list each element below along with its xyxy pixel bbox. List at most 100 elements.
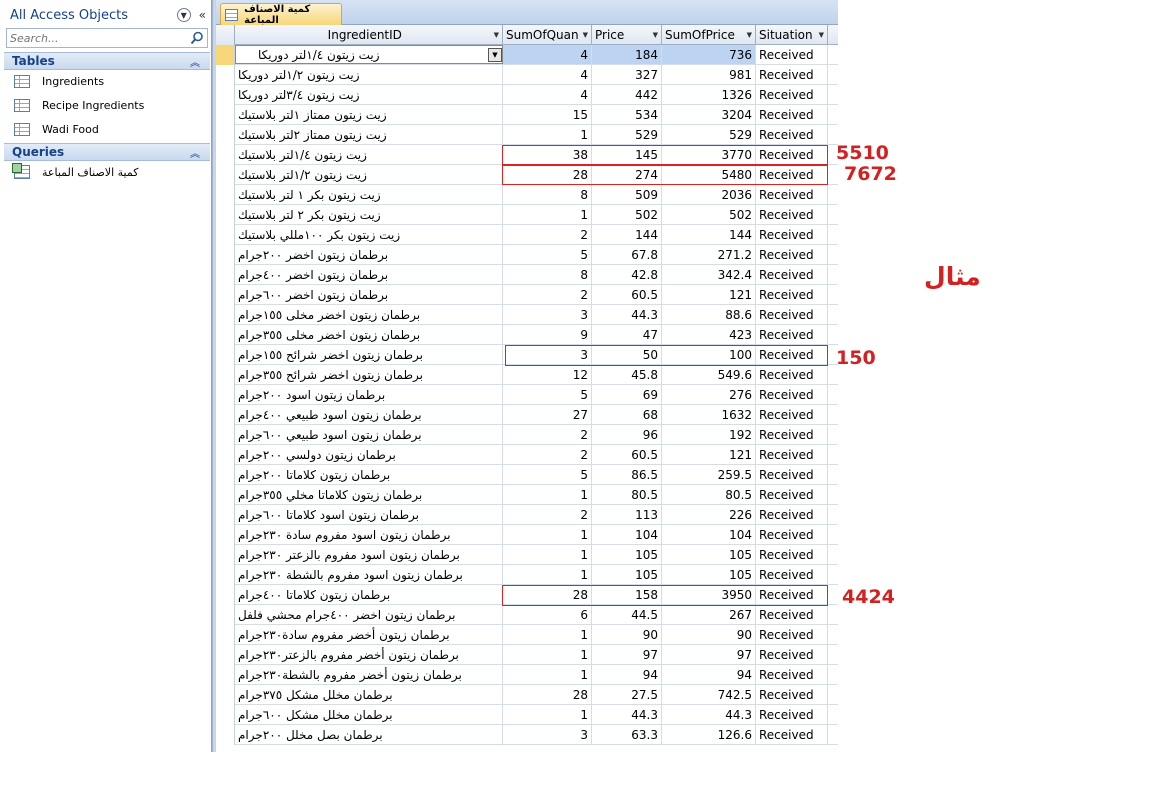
cell-sumofquan[interactable]: 8 [503, 185, 592, 204]
cell-price[interactable]: 442 [592, 85, 662, 104]
cell-sumofquan[interactable]: 9 [503, 325, 592, 344]
cell-ingredientid[interactable]: برطمان زيتون اخضر شرائح ١٥٥جرام [235, 345, 503, 364]
table-row[interactable]: زيت زيتون ١/٤لتر دوريكا ▼ 4 184 736 Received [216, 45, 838, 65]
row-selector[interactable] [216, 145, 235, 165]
table-row[interactable]: برطمان بصل مخلل ٢٠٠جرام 3 63.3 126.6 Receive… [216, 725, 838, 745]
column-header-situation[interactable]: Situation ▼ [756, 25, 828, 45]
search-input[interactable] [7, 31, 187, 45]
cell-price[interactable]: 44.3 [592, 305, 662, 324]
cell-ingredientid[interactable]: زيت زيتون ١/٤لتر بلاستيك [235, 145, 503, 164]
cell-price[interactable]: 80.5 [592, 485, 662, 504]
cell-sumofprice[interactable]: 342.4 [662, 265, 756, 284]
collapse-chevron-icon[interactable]: ︽ [190, 54, 200, 69]
cell-sumofquan[interactable]: 1 [503, 565, 592, 584]
column-header-ingredientid[interactable]: IngredientID ▼ [235, 25, 503, 45]
cell-situation[interactable]: Received [756, 405, 828, 424]
cell-ingredientid[interactable]: برطمان زيتون أخضر مفروم بالزعتر٢٣٠جرام [235, 645, 503, 664]
cell-situation[interactable]: Received [756, 725, 828, 744]
cell-ingredientid[interactable]: زيت زيتون ٣/٤لتر دوريكا [235, 85, 503, 104]
cell-sumofprice[interactable]: 105 [662, 565, 756, 584]
cell-ingredientid[interactable]: برطمان زيتون اسود كلاماتا ٦٠٠جرام [235, 505, 503, 524]
cell-sumofprice[interactable]: 981 [662, 65, 756, 84]
select-all-corner[interactable] [216, 25, 235, 45]
cell-situation[interactable]: Received [756, 225, 828, 244]
cell-sumofquan[interactable]: 28 [503, 685, 592, 704]
cell-sumofquan[interactable]: 1 [503, 525, 592, 544]
cell-price[interactable]: 113 [592, 505, 662, 524]
cell-situation[interactable]: Received [756, 705, 828, 724]
row-selector[interactable] [216, 505, 235, 525]
row-selector[interactable] [216, 425, 235, 445]
cell-ingredientid[interactable]: برطمان زيتون اسود مفروم سادة ٢٣٠جرام [235, 525, 503, 544]
cell-sumofprice[interactable]: 104 [662, 525, 756, 544]
cell-situation[interactable]: Received [756, 105, 828, 124]
cell-sumofquan[interactable]: 4 [503, 45, 592, 64]
dropdown-arrow-icon[interactable]: ▼ [747, 31, 752, 39]
cell-situation[interactable]: Received [756, 565, 828, 584]
cell-situation[interactable]: Received [756, 365, 828, 384]
cell-situation[interactable]: Received [756, 485, 828, 504]
cell-sumofquan[interactable]: 2 [503, 425, 592, 444]
cell-price[interactable]: 67.8 [592, 245, 662, 264]
row-selector[interactable] [216, 205, 235, 225]
cell-situation[interactable]: Received [756, 285, 828, 304]
cell-price[interactable]: 44.5 [592, 605, 662, 624]
cell-sumofprice[interactable]: 742.5 [662, 685, 756, 704]
cell-price[interactable]: 86.5 [592, 465, 662, 484]
cell-sumofprice[interactable]: 97 [662, 645, 756, 664]
row-selector[interactable] [216, 545, 235, 565]
row-selector[interactable] [216, 125, 235, 145]
table-row[interactable]: برطمان زيتون كلاماتا مخلي ٣٥٥جرام 1 80.5 80… [216, 485, 838, 505]
row-selector[interactable] [216, 325, 235, 345]
row-selector[interactable] [216, 605, 235, 625]
cell-sumofprice[interactable]: 105 [662, 545, 756, 564]
table-row[interactable]: برطمان زيتون اسود طبيعي ٤٠٠جرام 27 68 1632 R… [216, 405, 838, 425]
cell-sumofquan[interactable]: 2 [503, 225, 592, 244]
cell-situation[interactable]: Received [756, 505, 828, 524]
cell-situation[interactable]: Received [756, 305, 828, 324]
cell-ingredientid[interactable]: برطمان زيتون اخضر مخلى ٣٥٥جرام [235, 325, 503, 344]
cell-price[interactable]: 90 [592, 625, 662, 644]
cell-sumofquan[interactable]: 2 [503, 505, 592, 524]
cell-sumofprice[interactable]: 80.5 [662, 485, 756, 504]
cell-ingredientid[interactable]: برطمان زيتون اخضر شرائح ٣٥٥جرام [235, 365, 503, 384]
row-selector[interactable] [216, 465, 235, 485]
cell-sumofquan[interactable]: 1 [503, 665, 592, 684]
cell-situation[interactable]: Received [756, 625, 828, 644]
cell-sumofquan[interactable]: 1 [503, 705, 592, 724]
cell-ingredientid[interactable]: زيت زيتون ١/٢لتر دوريكا [235, 65, 503, 84]
cell-price[interactable]: 45.8 [592, 365, 662, 384]
row-selector[interactable] [216, 105, 235, 125]
dropdown-arrow-icon[interactable]: ▼ [583, 31, 588, 39]
table-row[interactable]: برطمان زيتون اخضر ٦٠٠جرام 2 60.5 121 Receive… [216, 285, 838, 305]
table-row[interactable]: برطمان زيتون اخضر مخلى ١٥٥جرام 3 44.3 88.6 R… [216, 305, 838, 325]
cell-price[interactable]: 105 [592, 545, 662, 564]
cell-ingredientid[interactable]: برطمان زيتون اخضر ٤٠٠جرام محشي فلفل [235, 605, 503, 624]
table-row[interactable]: برطمان زيتون كلاماتا ٢٠٠جرام 5 86.5 259.5 Re… [216, 465, 838, 485]
cell-sumofquan[interactable]: 6 [503, 605, 592, 624]
cell-ingredientid[interactable]: برطمان مخلل مشكل ٣٧٥جرام [235, 685, 503, 704]
table-row[interactable]: برطمان زيتون اسود كلاماتا ٦٠٠جرام 2 113 226… [216, 505, 838, 525]
cell-situation[interactable]: Received [756, 605, 828, 624]
cell-ingredientid[interactable]: برطمان زيتون اخضر ٦٠٠جرام [235, 285, 503, 304]
cell-price[interactable]: 42.8 [592, 265, 662, 284]
cell-ingredientid[interactable]: برطمان زيتون اسود طبيعي ٤٠٠جرام [235, 405, 503, 424]
table-row[interactable]: زيت زيتون ١/٢لتر دوريكا 4 327 981 Received [216, 65, 838, 85]
cell-sumofprice[interactable]: 271.2 [662, 245, 756, 264]
row-selector[interactable] [216, 65, 235, 85]
cell-ingredientid[interactable]: برطمان زيتون اخضر مخلى ١٥٥جرام [235, 305, 503, 324]
cell-sumofprice[interactable]: 126.6 [662, 725, 756, 744]
cell-price[interactable]: 94 [592, 665, 662, 684]
cell-sumofprice[interactable]: 90 [662, 625, 756, 644]
column-header-sumofprice[interactable]: SumOfPrice ▼ [662, 25, 756, 45]
cell-sumofquan[interactable]: 5 [503, 465, 592, 484]
cell-ingredientid[interactable]: برطمان مخلل مشكل ٦٠٠جرام [235, 705, 503, 724]
cell-sumofquan[interactable]: 1 [503, 205, 592, 224]
cell-situation[interactable]: Received [756, 685, 828, 704]
cell-sumofprice[interactable]: 1326 [662, 85, 756, 104]
table-row[interactable]: برطمان زيتون اخضر ٢٠٠جرام 5 67.8 271.2 Recei… [216, 245, 838, 265]
row-selector[interactable] [216, 305, 235, 325]
cell-situation[interactable]: Received [756, 545, 828, 564]
cell-sumofprice[interactable]: 88.6 [662, 305, 756, 324]
cell-price[interactable]: 44.3 [592, 705, 662, 724]
